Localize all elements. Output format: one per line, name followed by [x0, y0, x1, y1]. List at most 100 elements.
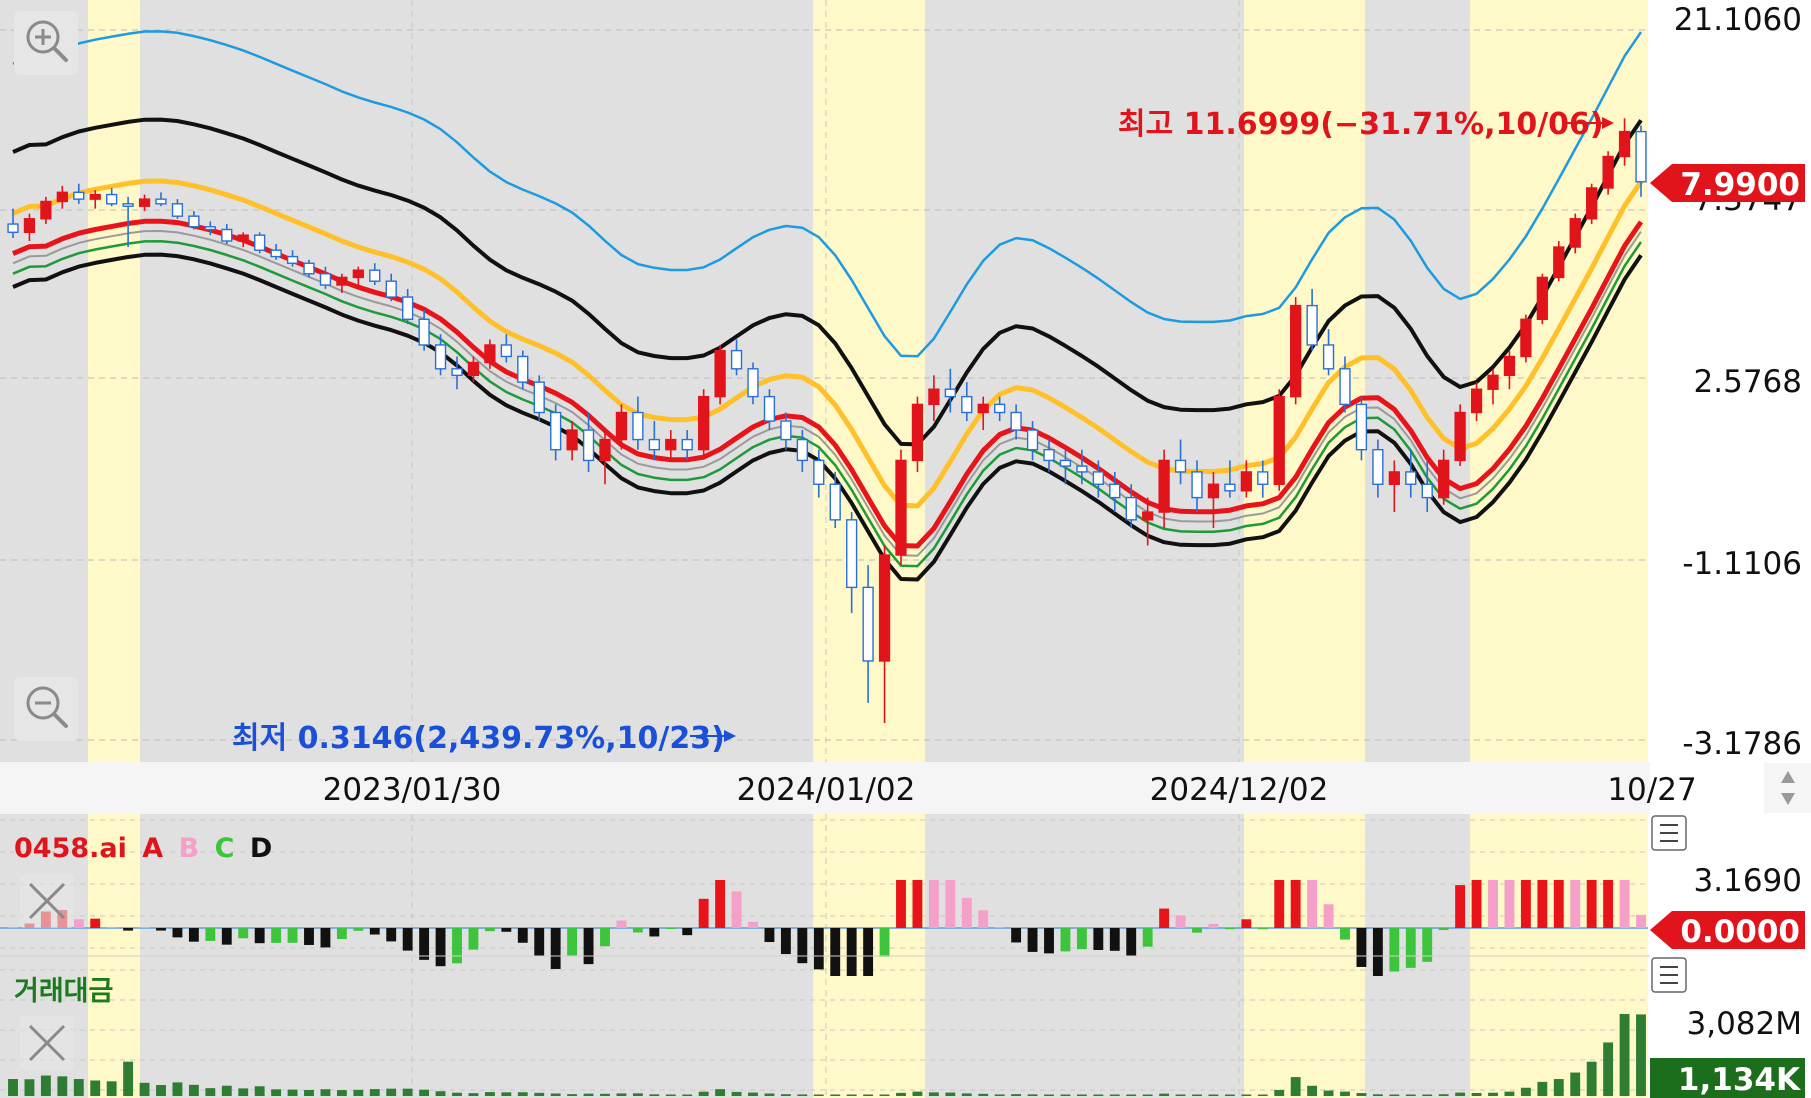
candle-body — [862, 586, 874, 662]
candle-body — [895, 459, 907, 556]
candle-body — [615, 411, 628, 441]
volume-close-icon[interactable] — [20, 1016, 74, 1070]
shade-band — [925, 956, 1244, 1098]
osc-close-icon[interactable] — [20, 874, 74, 928]
osc-bar — [287, 928, 298, 943]
candle-body — [1421, 483, 1433, 499]
osc-bar — [567, 928, 578, 957]
candle-body — [763, 395, 776, 422]
candle-body — [73, 191, 85, 200]
candle-body — [402, 296, 414, 320]
price-tick-mid: 2.5768 — [1694, 364, 1802, 400]
osc-bar — [583, 928, 594, 965]
osc-legend-a: A — [142, 833, 163, 864]
volume-bar — [1356, 1093, 1367, 1096]
candle-body — [122, 203, 134, 207]
osc-bar — [369, 928, 380, 935]
volume-bar — [188, 1084, 199, 1096]
candle-body — [730, 349, 743, 370]
osc-menu-icon[interactable] — [1651, 815, 1687, 851]
volume-bar — [468, 1093, 479, 1096]
volume-bar — [123, 1061, 134, 1096]
volume-bar — [863, 1094, 874, 1096]
volume-bar — [1471, 1092, 1482, 1096]
volume-bar — [616, 1093, 627, 1096]
candle-body — [780, 420, 792, 441]
osc-bar — [8, 927, 18, 928]
volume-bar — [336, 1090, 347, 1096]
volume-bar — [1060, 1094, 1071, 1096]
candle-body — [467, 361, 480, 377]
osc-bar — [1422, 928, 1433, 962]
volume-bar — [961, 1093, 972, 1096]
candle-body — [1059, 459, 1072, 467]
candle-body — [1109, 483, 1121, 499]
candle-body — [40, 200, 52, 220]
volume-bar — [731, 1091, 742, 1096]
candle-body — [665, 438, 677, 451]
candle-body — [385, 280, 397, 298]
volume-bar — [665, 1094, 676, 1096]
candle-body — [1487, 374, 1499, 390]
date-label-1: 2023/01/30 — [323, 772, 502, 808]
osc-bar — [320, 928, 331, 948]
volume-bar — [1455, 1092, 1466, 1096]
volume-bar — [1603, 1042, 1614, 1096]
osc-bar — [1175, 915, 1186, 928]
volume-bar — [1389, 1094, 1400, 1096]
volume-bar — [1076, 1094, 1087, 1096]
osc-bar — [912, 880, 923, 928]
candle-body — [1618, 130, 1631, 158]
candle-body — [56, 191, 68, 203]
candle-body — [1388, 471, 1400, 485]
osc-bar — [1208, 923, 1219, 928]
candle-body — [517, 355, 529, 383]
zoom-out-icon[interactable] — [14, 677, 78, 741]
candle-body — [878, 554, 891, 662]
candle-body — [1257, 471, 1269, 485]
candle-body — [632, 411, 644, 441]
volume-bar — [1340, 1091, 1350, 1096]
current-price-label: 7.9900 — [1680, 167, 1800, 203]
candle-body — [1405, 471, 1417, 485]
osc-title: 0458.ai A B C D — [14, 833, 272, 864]
candle-body — [1191, 471, 1203, 499]
osc-bar — [1290, 880, 1301, 928]
osc-bar — [1455, 885, 1466, 928]
candle-body — [1240, 471, 1252, 492]
osc-bar — [1093, 928, 1104, 950]
candle-body — [418, 318, 430, 346]
osc-bar — [435, 928, 446, 967]
osc-bar — [402, 928, 413, 951]
volume-max-label: 3,082M — [1687, 1006, 1803, 1042]
candle-body — [1355, 403, 1368, 451]
osc-bar — [1060, 928, 1071, 952]
osc-zero-badge: 0.0000 — [1650, 911, 1805, 950]
scroll-arrows-icon[interactable] — [1764, 763, 1811, 813]
zoom-in-icon[interactable] — [14, 11, 78, 75]
volume-bar — [435, 1091, 446, 1096]
osc-bar — [254, 928, 265, 944]
volume-bar — [90, 1080, 101, 1096]
current-price-badge: 7.9900 — [1650, 164, 1805, 203]
candle-body — [681, 438, 693, 451]
osc-bar — [649, 928, 660, 937]
volume-current-badge: 1,134K — [1650, 1058, 1805, 1098]
volume-bar — [583, 1093, 594, 1096]
osc-bar — [106, 927, 117, 928]
volume-bar — [1323, 1090, 1334, 1096]
shade-band — [140, 956, 813, 1098]
osc-bar — [1619, 880, 1630, 928]
candle-body — [1454, 411, 1466, 462]
osc-bar — [1076, 928, 1087, 950]
volume-bar — [386, 1088, 397, 1096]
volume-bar — [1619, 1014, 1630, 1096]
volume-title: 거래대금 — [14, 976, 113, 1007]
candle-body — [911, 403, 924, 462]
volume-bar — [287, 1089, 298, 1096]
candle-body — [1306, 304, 1318, 346]
osc-bar — [452, 928, 462, 964]
volume-menu-icon[interactable] — [1651, 957, 1687, 993]
candle-body — [582, 429, 595, 462]
osc-bar — [1126, 928, 1137, 957]
